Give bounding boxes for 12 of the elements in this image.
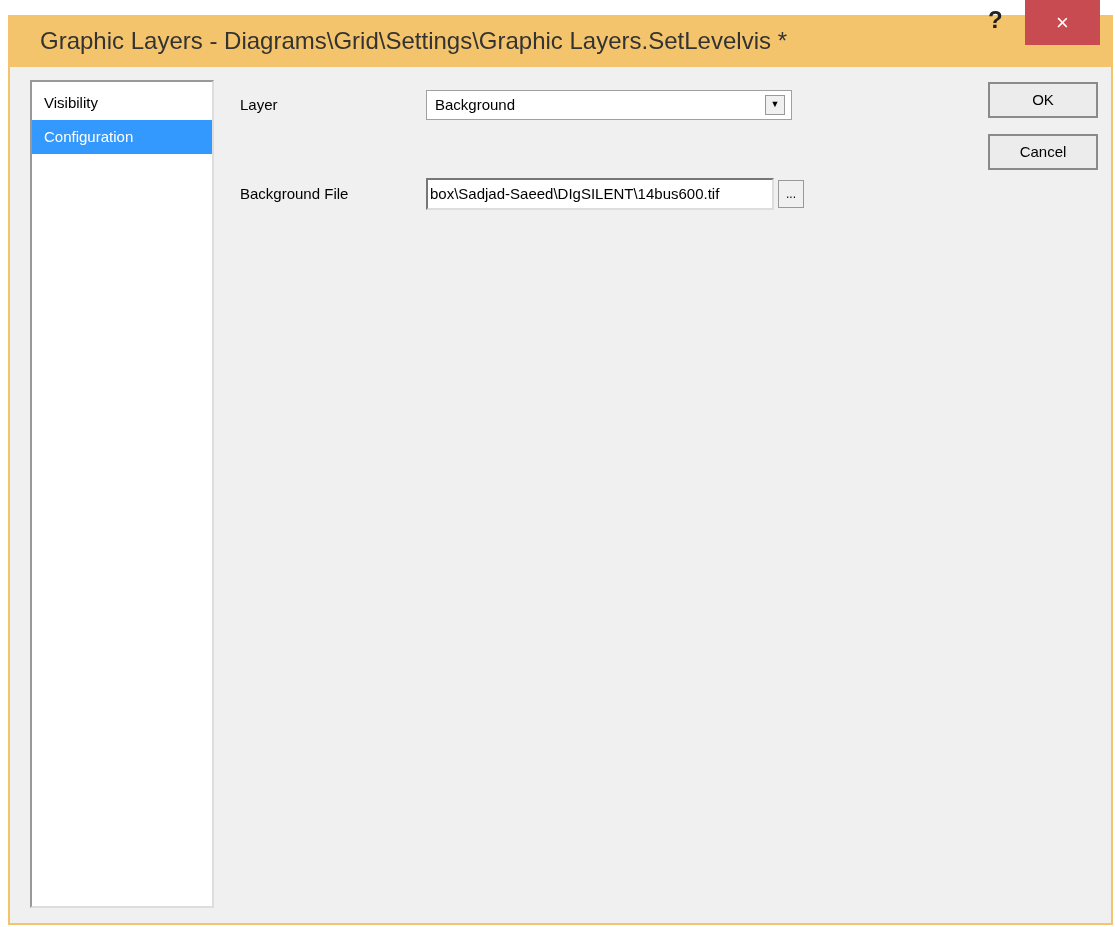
sidebar-item[interactable]: Visibility xyxy=(32,86,212,120)
dropdown-value: Background xyxy=(435,94,516,115)
browse-button[interactable]: ... xyxy=(778,180,804,208)
close-button[interactable]: × xyxy=(1025,0,1100,45)
file-path-field[interactable]: box\Sadjad-Saeed\DIgSILENT\14bus600.tif xyxy=(426,178,774,210)
dialog-button[interactable]: Cancel xyxy=(988,134,1098,170)
layer-dropdown[interactable]: Background ▼ xyxy=(426,90,792,120)
field-label: Layer xyxy=(240,94,279,115)
field-label: Background File xyxy=(240,183,350,204)
dialog-button[interactable]: OK xyxy=(988,82,1098,118)
window-title: Graphic Layers - Diagrams\Grid\Settings\Graphic Layers.SetLevelvis * xyxy=(40,26,787,56)
dropdown-caret[interactable]: ▼ xyxy=(765,95,785,115)
